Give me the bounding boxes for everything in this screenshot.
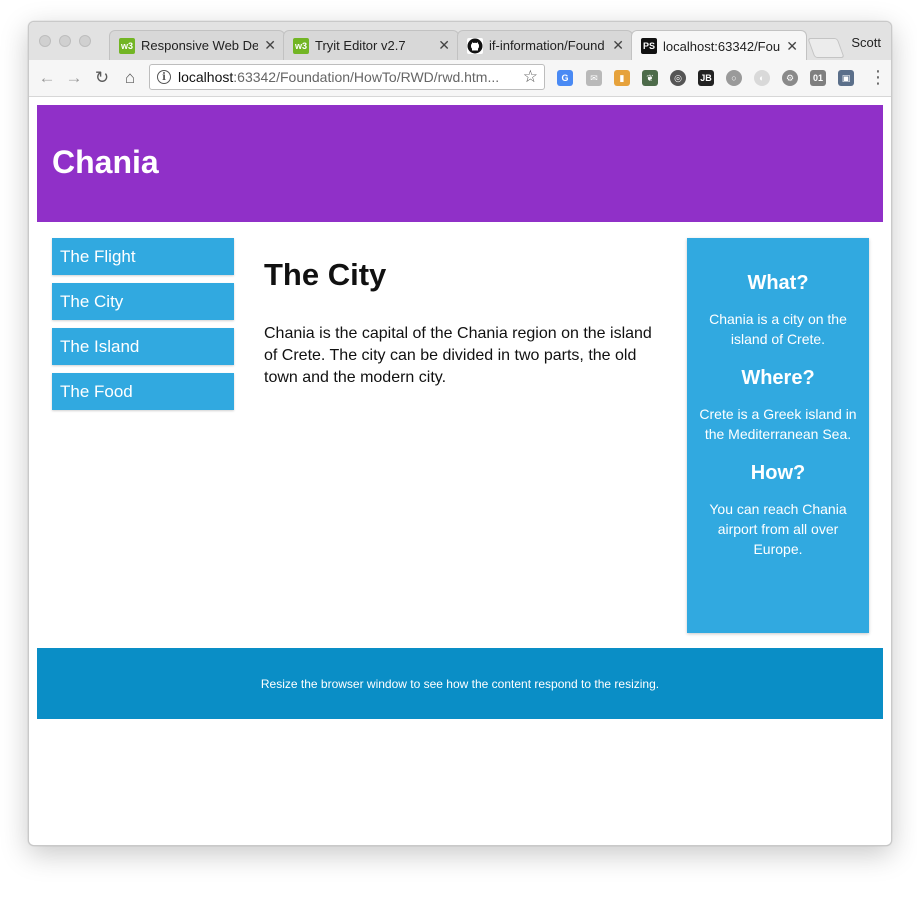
page-footer: Resize the browser window to see how the…	[37, 648, 883, 719]
nav-item-the-food[interactable]: The Food	[52, 373, 234, 410]
bookmark-star-icon[interactable]: ☆	[523, 67, 538, 87]
url-host: localhost	[178, 69, 234, 85]
folder-extension-icon[interactable]: ▮	[614, 70, 630, 86]
browser-window: w3 Responsive Web Des ✕ w3 Tryit Editor …	[28, 21, 892, 846]
mail-extension-icon[interactable]: ✉	[586, 70, 602, 86]
close-window-icon[interactable]	[39, 35, 51, 47]
site-info-icon[interactable]: i	[157, 70, 171, 84]
nav-item-the-island[interactable]: The Island	[52, 328, 234, 365]
maximize-window-icon[interactable]	[79, 35, 91, 47]
browser-tab[interactable]: if-information/Found ✕	[457, 30, 633, 60]
close-tab-icon[interactable]: ✕	[784, 38, 798, 55]
github-icon	[467, 37, 483, 54]
nav-item-the-flight[interactable]: The Flight	[52, 238, 234, 275]
camera-extension-icon[interactable]: ▣	[838, 70, 854, 86]
forward-icon[interactable]: →	[63, 67, 85, 89]
close-tab-icon[interactable]: ✕	[262, 37, 276, 54]
home-icon[interactable]: ⌂	[119, 67, 141, 89]
aside-text-how: You can reach Chania airport from all ov…	[709, 501, 847, 557]
jetbrains-extension-icon[interactable]: JB	[698, 70, 714, 86]
aside-panel: What? Chania is a city on the island of …	[687, 238, 869, 633]
tab-label: if-information/Found	[489, 38, 605, 53]
main-content: The City Chania is the capital of the Ch…	[264, 257, 664, 389]
evernote-extension-icon[interactable]: ❦	[642, 70, 658, 86]
aside-text-what: Chania is a city on the island of Crete.	[709, 311, 847, 347]
footer-text: Resize the browser window to see how the…	[260, 676, 660, 691]
page-viewport: Chania The Flight The City The Island Th…	[29, 97, 891, 845]
back-icon[interactable]: ←	[36, 67, 58, 89]
translate-extension-icon[interactable]: G	[557, 70, 573, 86]
tab-label: Responsive Web Des	[141, 38, 258, 53]
nav-item-the-city[interactable]: The City	[52, 283, 234, 320]
aside-heading-what: What?	[747, 272, 809, 294]
w3schools-icon: w3	[119, 37, 135, 54]
close-tab-icon[interactable]: ✕	[436, 37, 450, 54]
main-body-text: Chania is the capital of the Chania regi…	[264, 325, 652, 386]
profile-name[interactable]: Scott	[851, 35, 881, 50]
binary-extension-icon[interactable]: 01	[810, 70, 826, 86]
reload-icon[interactable]: ↻	[91, 67, 113, 89]
gear-extension-icon[interactable]: ⚙	[782, 70, 798, 86]
header-title: Chania	[52, 144, 159, 180]
circle-extension-icon[interactable]: ○	[726, 70, 742, 86]
main-title: The City	[264, 257, 387, 292]
target-extension-icon[interactable]: ◎	[670, 70, 686, 86]
browser-menu-icon[interactable]: ⋮	[869, 68, 887, 86]
minimize-window-icon[interactable]	[59, 35, 71, 47]
aside-text-where: Crete is a Greek island in the Mediterra…	[699, 406, 857, 442]
browser-tab[interactable]: w3 Responsive Web Des ✕	[109, 30, 285, 60]
phpstorm-icon: PS	[641, 38, 657, 54]
aside-heading-how: How?	[750, 462, 806, 484]
browser-tab[interactable]: w3 Tryit Editor v2.7 ✕	[283, 30, 459, 60]
w3schools-icon: w3	[293, 37, 309, 54]
page-header: Chania	[37, 105, 883, 222]
tab-label: localhost:63342/Fou	[663, 38, 780, 54]
loading-extension-icon[interactable]: ◐	[754, 70, 770, 86]
browser-toolbar: ← → ↻ ⌂ i localhost:63342/Foundation/How…	[29, 60, 891, 97]
close-tab-icon[interactable]: ✕	[610, 37, 624, 54]
new-tab-button[interactable]	[807, 38, 845, 58]
tab-strip: w3 Responsive Web Des ✕ w3 Tryit Editor …	[29, 22, 891, 61]
tab-label: Tryit Editor v2.7	[315, 38, 406, 53]
aside-heading-where: Where?	[741, 367, 815, 389]
address-bar[interactable]: i localhost:63342/Foundation/HowTo/RWD/r…	[149, 64, 545, 90]
browser-tab-active[interactable]: PS localhost:63342/Fou ✕	[631, 30, 807, 61]
url-path: :63342/Foundation/HowTo/RWD/rwd.htm...	[233, 69, 500, 85]
